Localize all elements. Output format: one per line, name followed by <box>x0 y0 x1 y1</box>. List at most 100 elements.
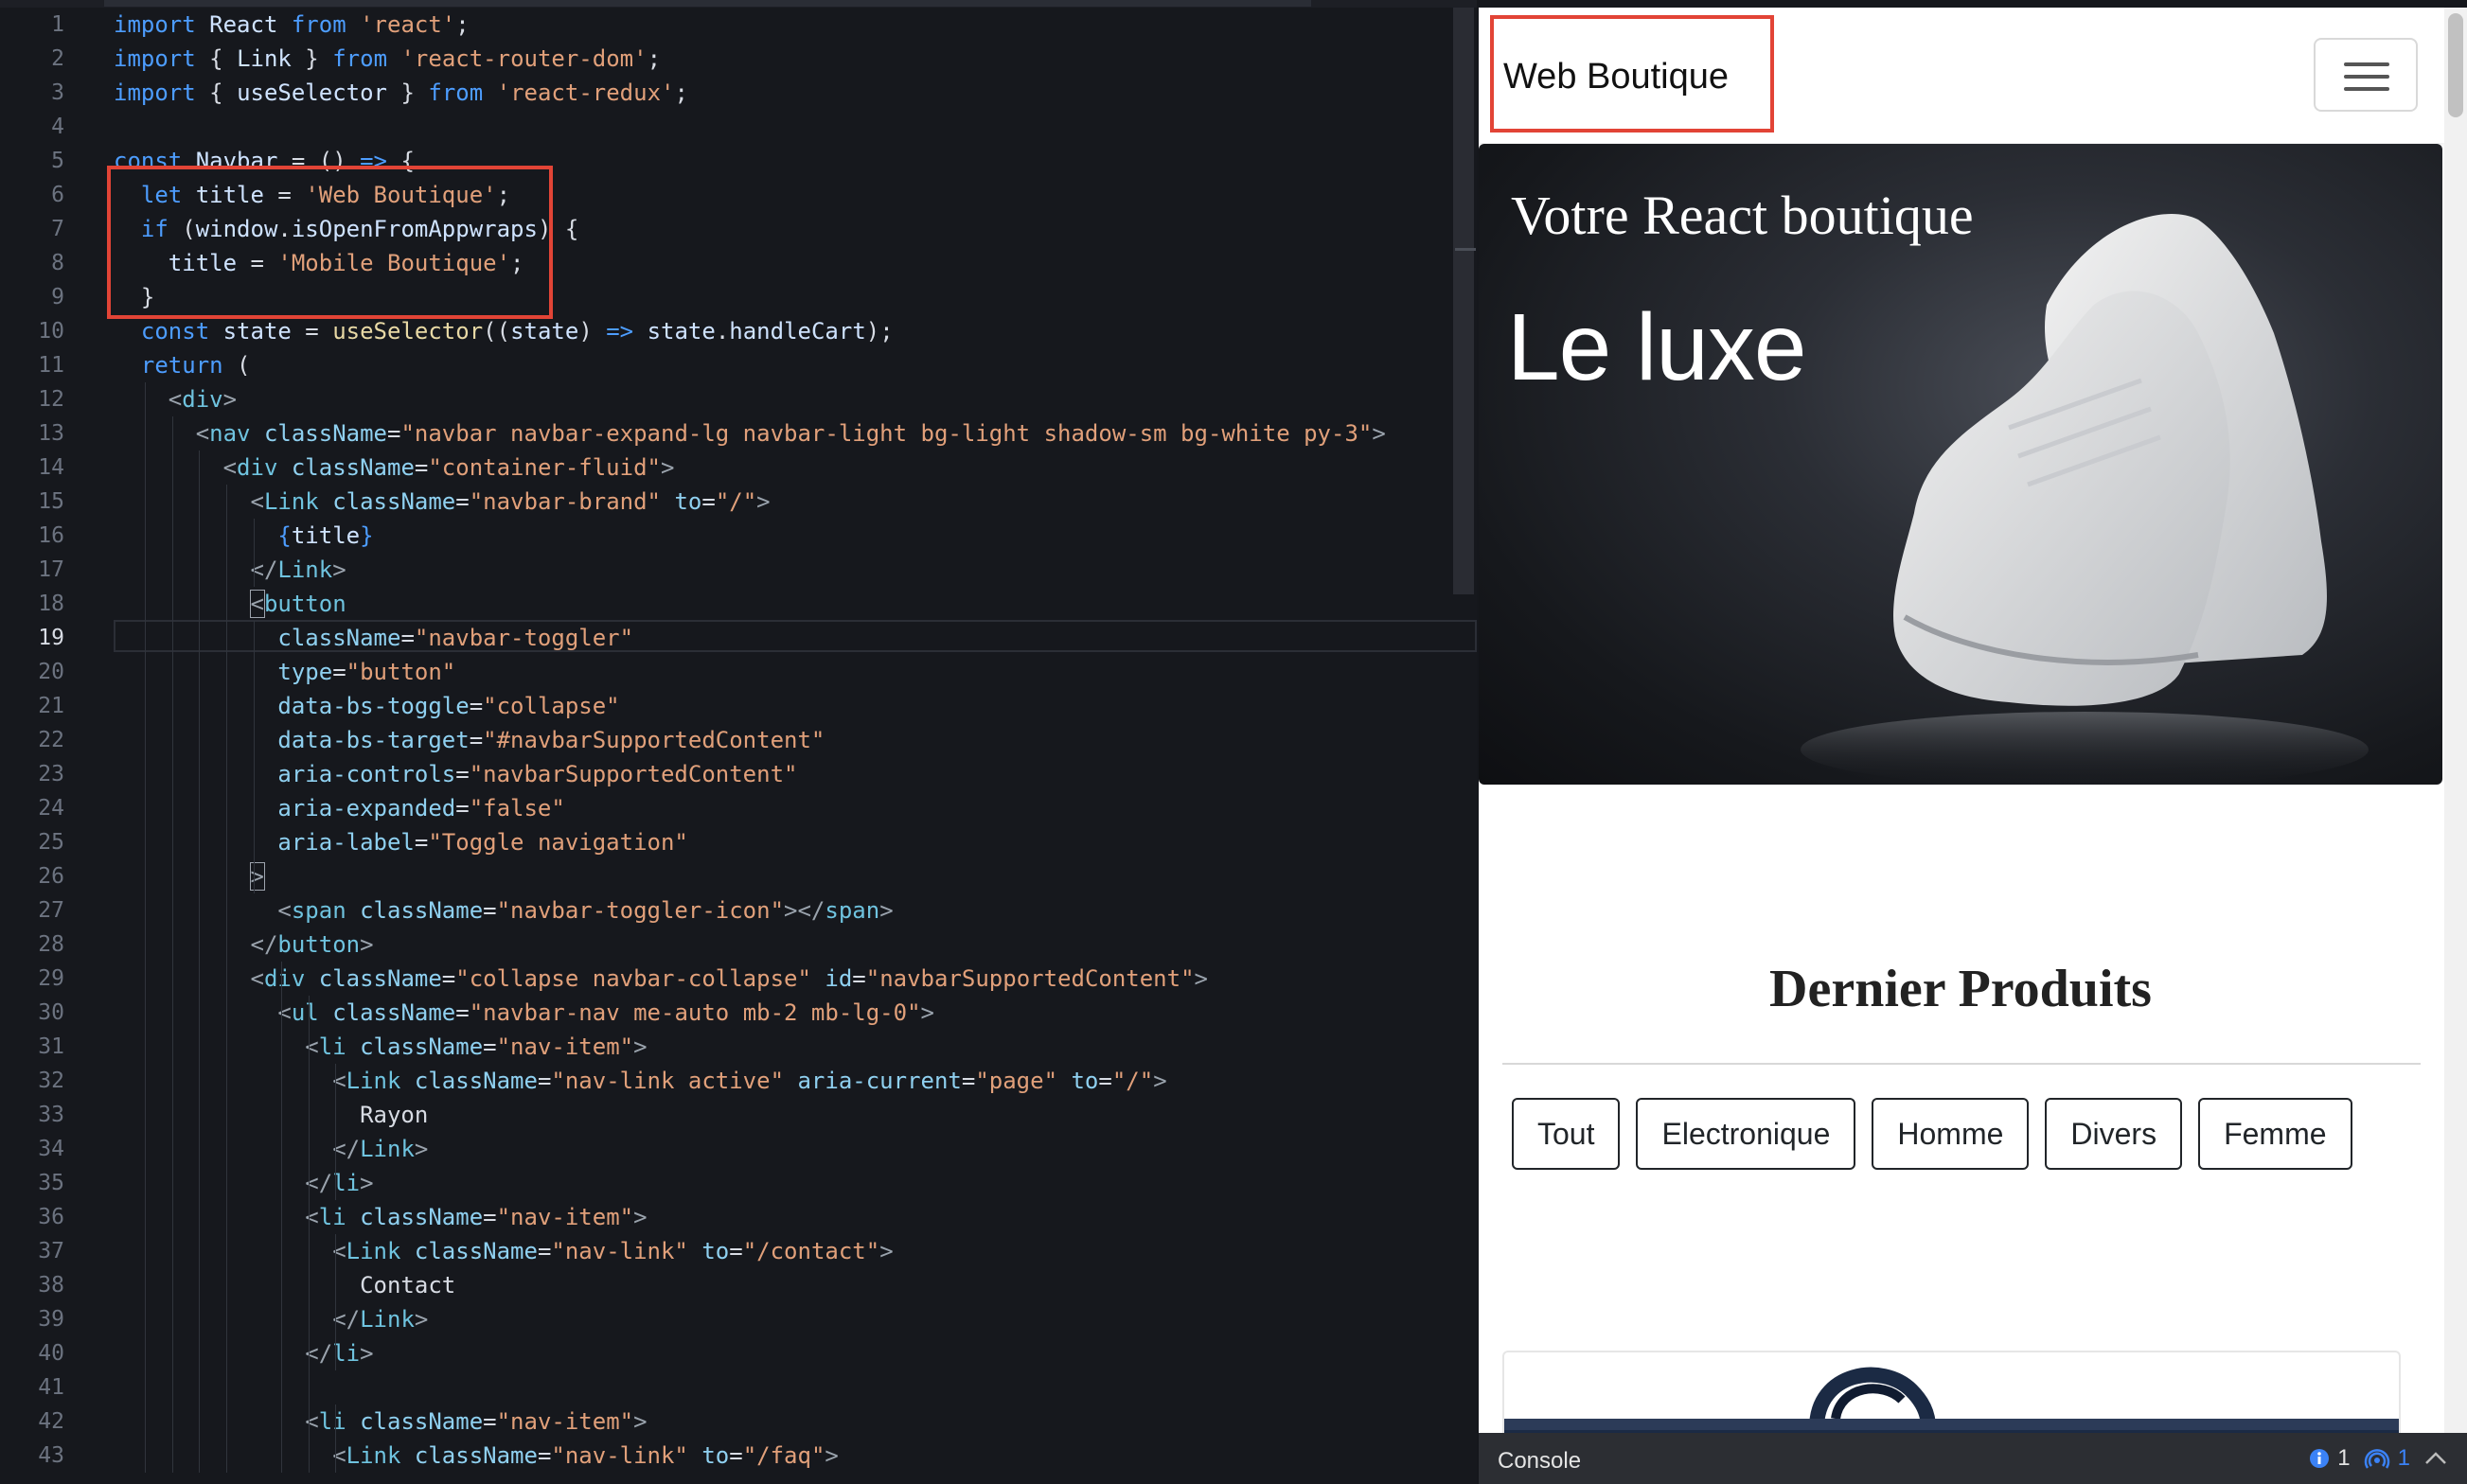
code-token: "nav-item" <box>496 1408 634 1435</box>
code-token: handleCart <box>729 318 866 344</box>
chevron-up-icon[interactable] <box>2423 1449 2448 1468</box>
code-line[interactable]: data-bs-target="#navbarSupportedContent" <box>114 723 825 757</box>
code-line[interactable]: <Link className="nav-link active" aria-c… <box>114 1064 1166 1098</box>
code-line[interactable]: <ul className="navbar-nav me-auto mb-2 m… <box>114 996 934 1030</box>
navbar-toggler-button[interactable] <box>2314 38 2418 112</box>
line-number: 21 <box>38 694 64 718</box>
code-token: "button" <box>346 659 456 685</box>
line-number: 5 <box>51 149 64 173</box>
code-token: > <box>920 999 934 1026</box>
code-token: = <box>332 659 346 685</box>
code-line[interactable]: Contact <box>114 1268 455 1302</box>
code-line[interactable]: <nav className="navbar navbar-expand-lg … <box>114 416 1386 450</box>
code-line[interactable]: className="navbar-toggler" <box>114 621 633 655</box>
filter-button-femme[interactable]: Femme <box>2198 1098 2352 1170</box>
code-token: id <box>825 965 853 992</box>
code-line[interactable]: <li className="nav-item"> <box>114 1404 647 1439</box>
code-token: className <box>360 1408 484 1435</box>
code-token: = <box>414 454 429 481</box>
console-label[interactable]: Console <box>1498 1448 1581 1475</box>
filter-button-divers[interactable]: Divers <box>2045 1098 2183 1170</box>
code-line[interactable]: {title} <box>114 519 374 553</box>
code-token: "#navbarSupportedContent" <box>483 727 825 753</box>
preview-scroll-thumb[interactable] <box>2448 13 2463 117</box>
code-token: li <box>318 1034 361 1060</box>
line-number: 34 <box>38 1137 64 1161</box>
network-count-badge[interactable]: 1 <box>2364 1445 2410 1472</box>
editor-scrollbar[interactable] <box>1453 8 1474 594</box>
category-filters: Tout Electronique Homme Divers Femme <box>1512 1098 2352 1170</box>
code-token: Rayon <box>114 1102 429 1128</box>
code-token: { <box>209 45 238 72</box>
code-line[interactable]: <div className="container-fluid"> <box>114 450 675 485</box>
code-token: > <box>633 1204 648 1230</box>
code-line[interactable]: <Link className="nav-link" to="/faq"> <box>114 1439 839 1473</box>
indent-guide <box>144 382 146 1473</box>
code-token: "nav-link" <box>551 1442 702 1469</box>
code-line[interactable]: <li className="nav-item"> <box>114 1200 648 1234</box>
code-token: > <box>414 1306 429 1333</box>
code-line[interactable]: </Link> <box>114 1302 428 1336</box>
code-line[interactable]: <Link className="nav-link" to="/contact"… <box>114 1234 893 1268</box>
code-line[interactable]: import { useSelector } from 'react-redux… <box>114 76 688 110</box>
code-token: Link <box>263 488 333 515</box>
code-line[interactable]: </li> <box>114 1336 373 1370</box>
code-token: ; <box>647 45 662 72</box>
line-number: 24 <box>38 796 64 821</box>
code-token: "nav-item" <box>496 1034 634 1060</box>
line-number: 15 <box>38 489 64 514</box>
code-token: to <box>701 1238 730 1264</box>
code-line[interactable]: <div> <box>114 382 237 416</box>
console-bar[interactable]: Console 1 1 <box>1479 1433 2467 1484</box>
code-token: => <box>606 318 648 344</box>
network-count: 1 <box>2397 1445 2410 1471</box>
code-token: = <box>469 727 484 753</box>
code-line[interactable]: aria-controls="navbarSupportedContent" <box>114 757 797 791</box>
code-line[interactable]: > <box>114 859 265 893</box>
code-token: } <box>360 522 374 549</box>
code-line[interactable]: </li> <box>114 1166 373 1200</box>
code-token: > <box>414 1136 429 1162</box>
code-token: < <box>114 488 264 515</box>
code-token: < <box>114 454 238 481</box>
navbar: Web Boutique <box>1479 8 2444 143</box>
code-token: > <box>360 931 374 958</box>
code-token: className <box>332 999 456 1026</box>
filter-button-tout[interactable]: Tout <box>1512 1098 1621 1170</box>
code-token: className <box>114 625 401 651</box>
filter-button-homme[interactable]: Homme <box>1872 1098 2030 1170</box>
code-line[interactable]: const state = useSelector((state) => sta… <box>114 314 894 348</box>
info-count-badge[interactable]: 1 <box>2309 1445 2351 1472</box>
code-editor[interactable]: 1 2 3 4 5 6 7 8 9 10 11 12 13 14 15 16 17 18 19 20 21 22 23 24 2… <box>0 0 1477 1484</box>
code-line[interactable]: <div className="collapse navbar-collapse… <box>114 962 1208 996</box>
code-line[interactable]: import { Link } from 'react-router-dom'; <box>114 42 661 76</box>
preview-scrollbar[interactable] <box>2444 8 2467 1476</box>
line-number: 38 <box>38 1273 64 1298</box>
code-line[interactable]: <span className="navbar-toggler-icon"></… <box>114 893 894 928</box>
line-number: 37 <box>38 1239 64 1263</box>
code-token: = <box>729 1442 743 1469</box>
code-line[interactable]: <button <box>114 587 346 621</box>
code-token: > <box>879 897 894 924</box>
line-number: 32 <box>38 1069 64 1093</box>
code-line[interactable]: </button> <box>114 928 374 962</box>
code-token: 'react' <box>360 11 456 38</box>
code-line[interactable]: </Link> <box>114 1132 428 1166</box>
code-line[interactable]: <li className="nav-item"> <box>114 1030 647 1064</box>
code-line[interactable]: return ( <box>114 348 251 382</box>
indent-guide <box>199 450 201 1473</box>
code-token: = <box>537 1068 552 1094</box>
code-line[interactable]: <Link className="navbar-brand" to="/"> <box>114 485 770 519</box>
code-token: return <box>114 352 238 379</box>
code-line[interactable]: </Link> <box>114 553 346 587</box>
code-token: "nav-link" <box>551 1238 702 1264</box>
filter-button-electronique[interactable]: Electronique <box>1636 1098 1856 1170</box>
code-token: "navbarSupportedContent" <box>469 761 798 787</box>
code-line[interactable]: import React from 'react'; <box>114 8 470 42</box>
code-line[interactable]: aria-expanded="false" <box>114 791 564 825</box>
code-line[interactable]: type="button" <box>114 655 455 689</box>
code-line[interactable]: Rayon <box>114 1098 428 1132</box>
code-line[interactable]: data-bs-toggle="collapse" <box>114 689 619 723</box>
app-preview[interactable]: Web Boutique Votre React boutique Le lux… <box>1479 8 2467 1476</box>
